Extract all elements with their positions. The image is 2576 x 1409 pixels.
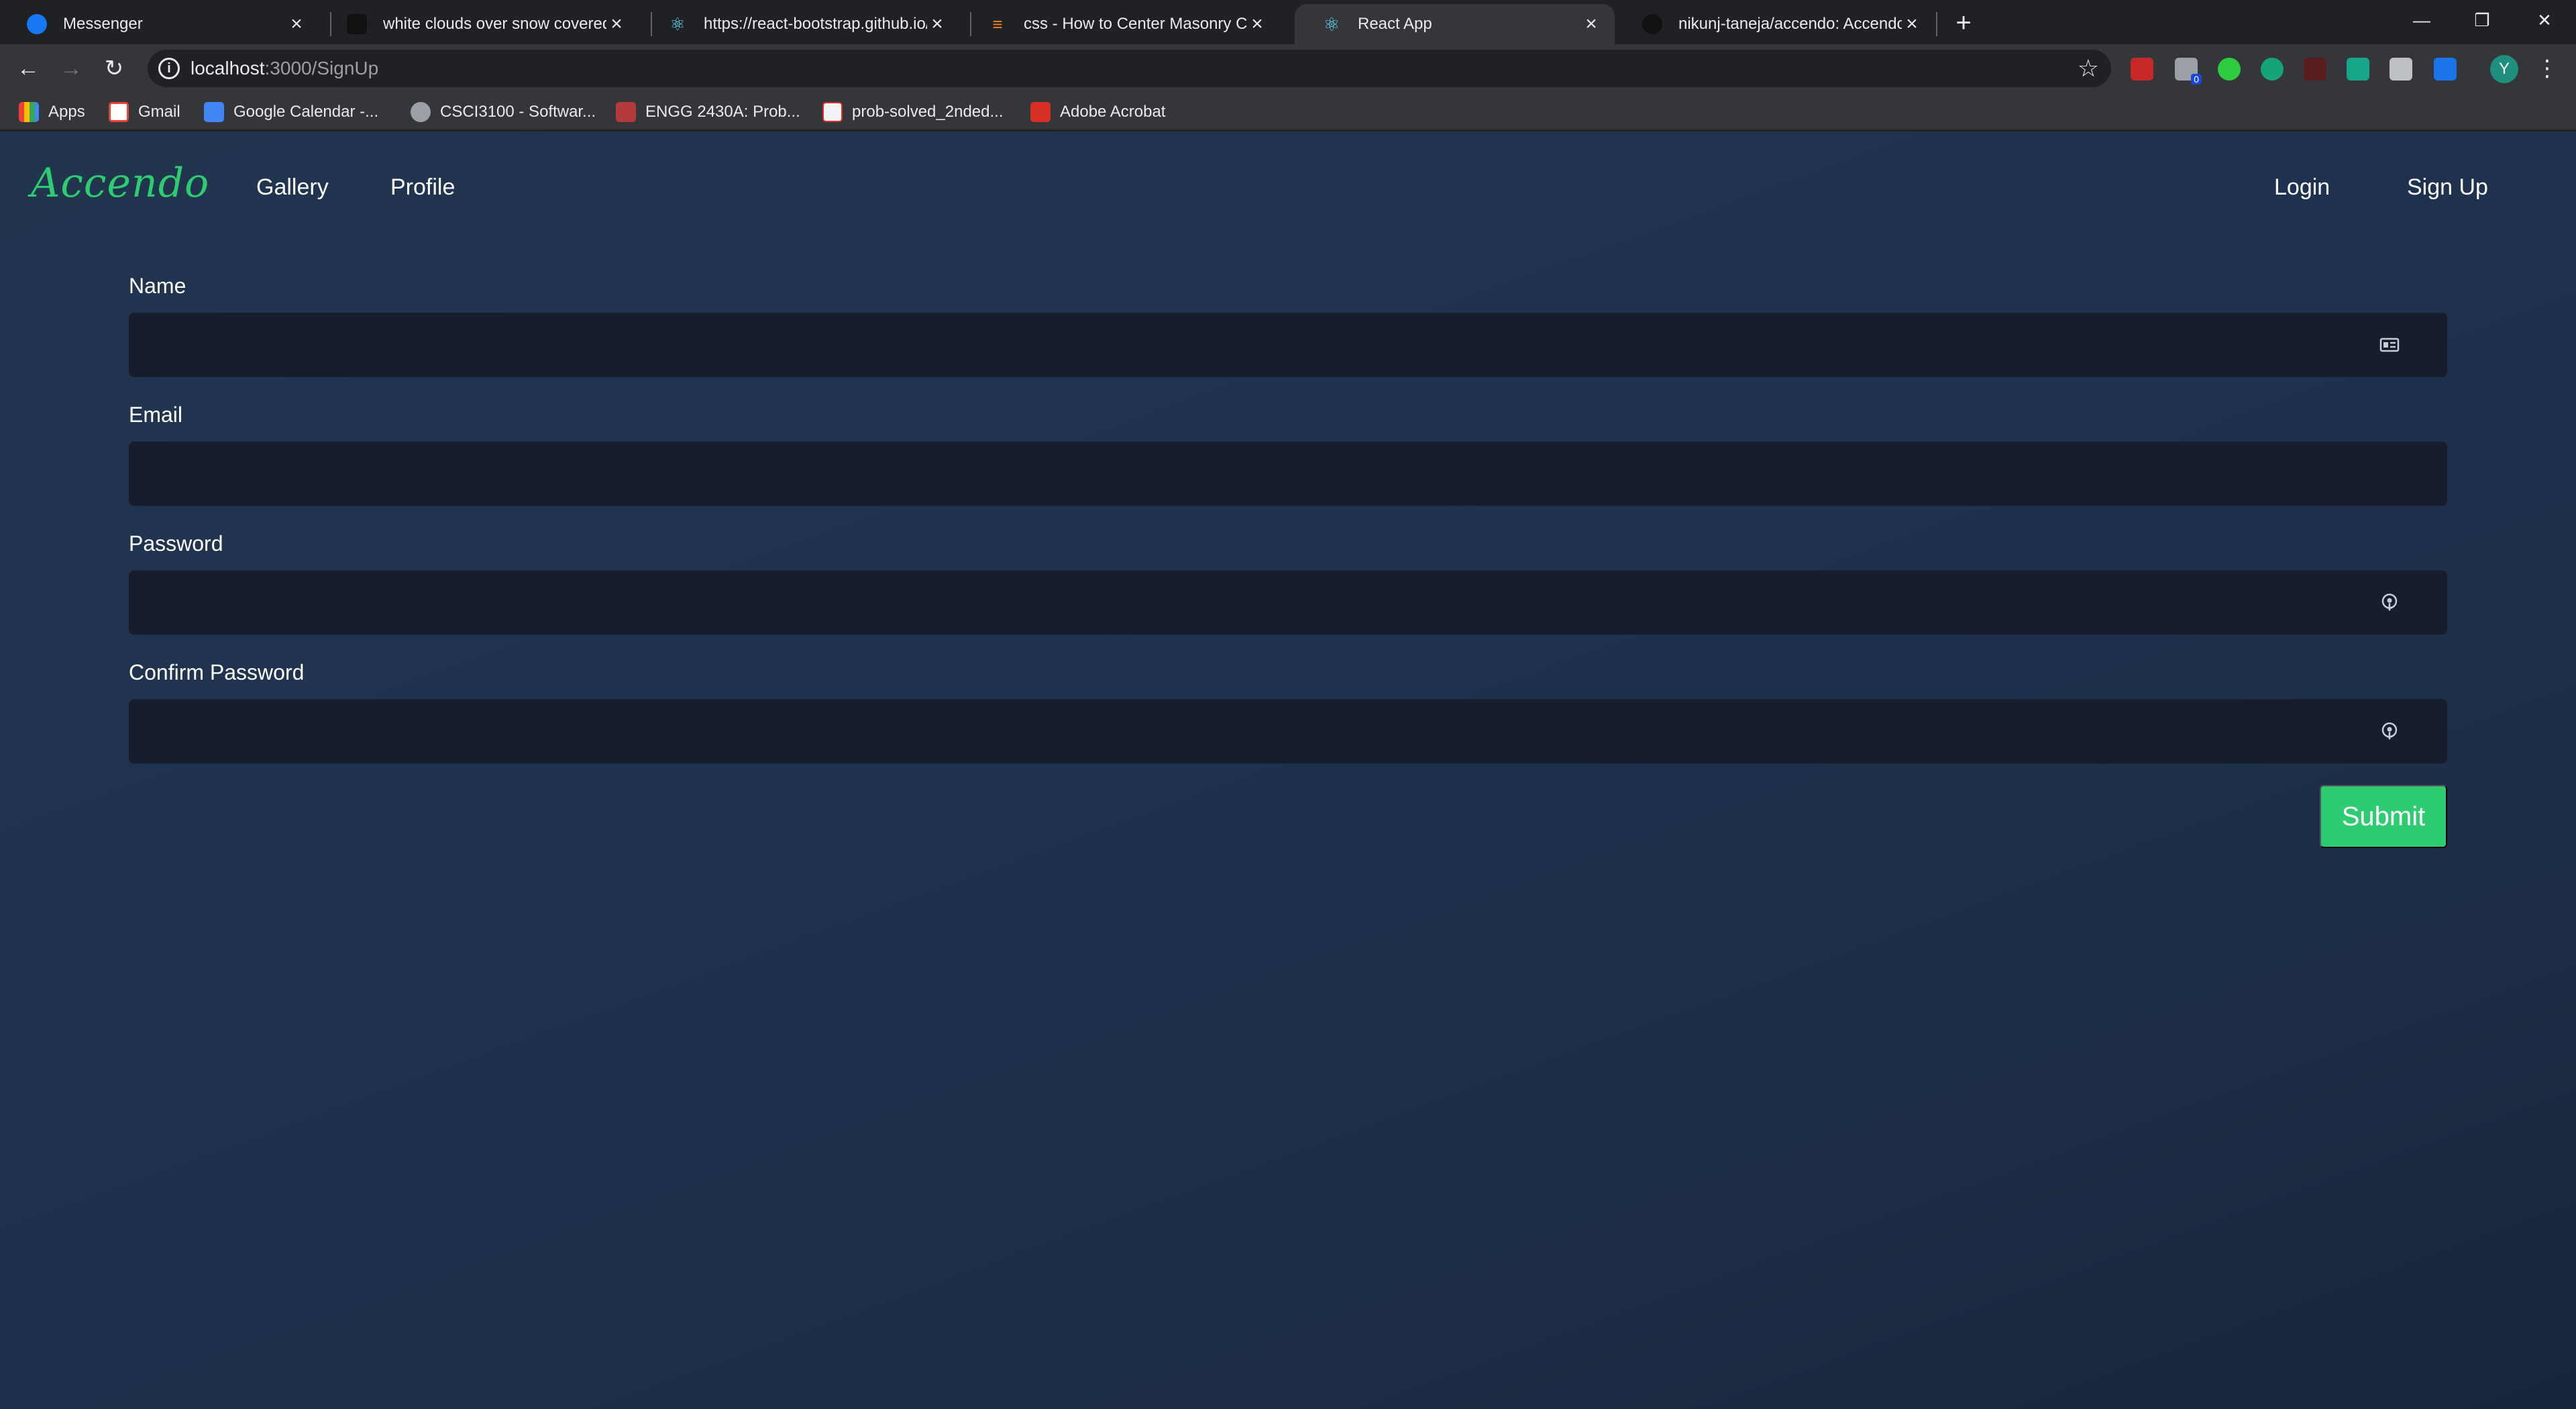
bookmark-label: Gmail — [138, 103, 180, 121]
forward-arrow-icon[interactable]: → — [56, 54, 86, 83]
close-window-button[interactable]: ✕ — [2514, 0, 2575, 40]
tab-strip: Messenger × white clouds over snow cover… — [0, 0, 2576, 44]
tab-title: nikunj-taneja/accendo: Accendo — [1678, 15, 1902, 33]
lastpass-extension-icon[interactable] — [2131, 58, 2153, 81]
globe-icon — [411, 102, 431, 122]
bookmark-engg2430a[interactable]: ENGG 2430A: Prob... — [616, 101, 800, 123]
browser-toolbar: ← → ↻ i localhost:3000/SignUp ☆ 0 Y ⋮ — [0, 44, 2576, 93]
close-tab-icon[interactable]: × — [286, 14, 307, 34]
stackoverflow-icon: ≡ — [992, 13, 1003, 34]
gmail-icon — [109, 102, 129, 122]
close-tab-icon[interactable]: × — [927, 14, 947, 34]
tab-title: https://react-bootstrap.github.io/ — [704, 15, 927, 33]
bookmark-label: ENGG 2430A: Prob... — [645, 103, 800, 121]
minimize-button[interactable]: — — [2392, 0, 2452, 40]
tab-title: Messenger — [63, 15, 143, 33]
bookmark-gmail[interactable]: Gmail — [109, 101, 180, 123]
extension-icon-3[interactable] — [2434, 58, 2457, 81]
tab-unsplash[interactable]: white clouds over snow covered × — [320, 4, 640, 44]
bookmark-prob-solved[interactable]: prob-solved_2nded... — [822, 101, 1004, 123]
contact-card-icon — [2379, 337, 2400, 352]
grammarly-extension-icon[interactable] — [2261, 58, 2284, 81]
tab-react-bootstrap[interactable]: ⚛ https://react-bootstrap.github.io/ × — [641, 4, 961, 44]
password-manager-icon[interactable] — [2379, 592, 2400, 613]
bookmark-adobe-acrobat[interactable]: Adobe Acrobat — [1030, 101, 1165, 123]
site-info-icon[interactable]: i — [158, 58, 180, 79]
address-url[interactable]: localhost:3000/SignUp — [191, 58, 378, 79]
tab-stackoverflow[interactable]: ≡ css - How to Center Masonry Co × — [961, 4, 1281, 44]
bookmark-label: Google Calendar -... — [233, 103, 379, 121]
password-input[interactable] — [129, 570, 2447, 635]
name-label: Name — [129, 274, 186, 298]
page-content: Accendo Gallery Profile Login Sign Up Na… — [0, 132, 2576, 1409]
nav-login-link[interactable]: Login — [2274, 174, 2330, 201]
course-icon — [616, 102, 636, 122]
brand-logo[interactable]: Accendo — [31, 160, 209, 207]
bookmark-label: CSCI3100 - Softwar... — [440, 103, 596, 121]
email-label: Email — [129, 403, 183, 427]
acrobat-icon — [1030, 102, 1051, 122]
tab-divider — [1936, 12, 1937, 36]
extension-icon[interactable]: 0 — [2175, 58, 2202, 85]
submit-button[interactable]: Submit — [2320, 785, 2447, 848]
new-tab-button[interactable]: + — [1949, 8, 1978, 38]
email-input[interactable] — [129, 441, 2447, 506]
tab-github[interactable]: nikunj-taneja/accendo: Accendo × — [1615, 4, 1935, 44]
bookmark-star-icon[interactable]: ☆ — [2078, 55, 2099, 82]
restore-button[interactable]: ❐ — [2452, 0, 2512, 40]
tab-messenger[interactable]: Messenger × — [0, 4, 320, 44]
todoist-extension-icon[interactable] — [2347, 58, 2369, 81]
close-tab-icon[interactable]: × — [1247, 14, 1267, 34]
github-icon — [1642, 14, 1662, 34]
nav-profile-link[interactable]: Profile — [390, 174, 455, 201]
react-bootstrap-icon: ⚛ — [669, 13, 686, 34]
apps-grid-icon — [19, 102, 39, 122]
extension-icon-2[interactable] — [2390, 58, 2412, 81]
menu-kebab-icon[interactable]: ⋮ — [2536, 54, 2559, 83]
confirm-password-input[interactable] — [129, 699, 2447, 764]
calendar-icon — [204, 102, 224, 122]
messenger-icon — [27, 14, 47, 34]
confirm-password-label: Confirm Password — [129, 660, 305, 684]
tab-title: css - How to Center Masonry Co — [1024, 15, 1247, 33]
bookmarks-bar: Apps Gmail Google Calendar -... CSCI3100… — [0, 93, 2576, 130]
tab-title: white clouds over snow covered — [383, 15, 606, 33]
camera-icon — [347, 14, 367, 34]
react-icon: ⚛ — [1323, 13, 1340, 35]
document-icon — [822, 102, 843, 122]
tab-title: React App — [1358, 15, 1432, 33]
address-bar[interactable]: i localhost:3000/SignUp ☆ — [148, 50, 2111, 87]
bookmark-apps[interactable]: Apps — [19, 101, 85, 123]
bookmark-label: prob-solved_2nded... — [852, 103, 1004, 121]
bookmark-label: Apps — [48, 103, 85, 121]
profile-avatar[interactable]: Y — [2490, 55, 2518, 83]
acrobat-extension-icon[interactable] — [2304, 58, 2326, 81]
nav-gallery-link[interactable]: Gallery — [256, 174, 329, 201]
reload-icon[interactable]: ↻ — [99, 54, 129, 83]
password-manager-icon[interactable] — [2379, 721, 2400, 741]
tab-react-app[interactable]: ⚛ React App × — [1295, 4, 1615, 44]
name-input[interactable] — [129, 313, 2447, 377]
close-tab-icon[interactable]: × — [606, 14, 627, 34]
close-tab-icon[interactable]: × — [1581, 14, 1601, 34]
close-tab-icon[interactable]: × — [1902, 14, 1922, 34]
evernote-extension-icon[interactable] — [2218, 58, 2241, 81]
nav-signup-link[interactable]: Sign Up — [2407, 174, 2488, 201]
password-label: Password — [129, 531, 223, 556]
bookmark-csci3100[interactable]: CSCI3100 - Softwar... — [411, 101, 596, 123]
extension-badge: 0 — [2191, 74, 2202, 85]
back-arrow-icon[interactable]: ← — [13, 54, 43, 83]
bookmark-label: Adobe Acrobat — [1060, 103, 1166, 121]
bookmark-google-calendar[interactable]: Google Calendar -... — [204, 101, 378, 123]
